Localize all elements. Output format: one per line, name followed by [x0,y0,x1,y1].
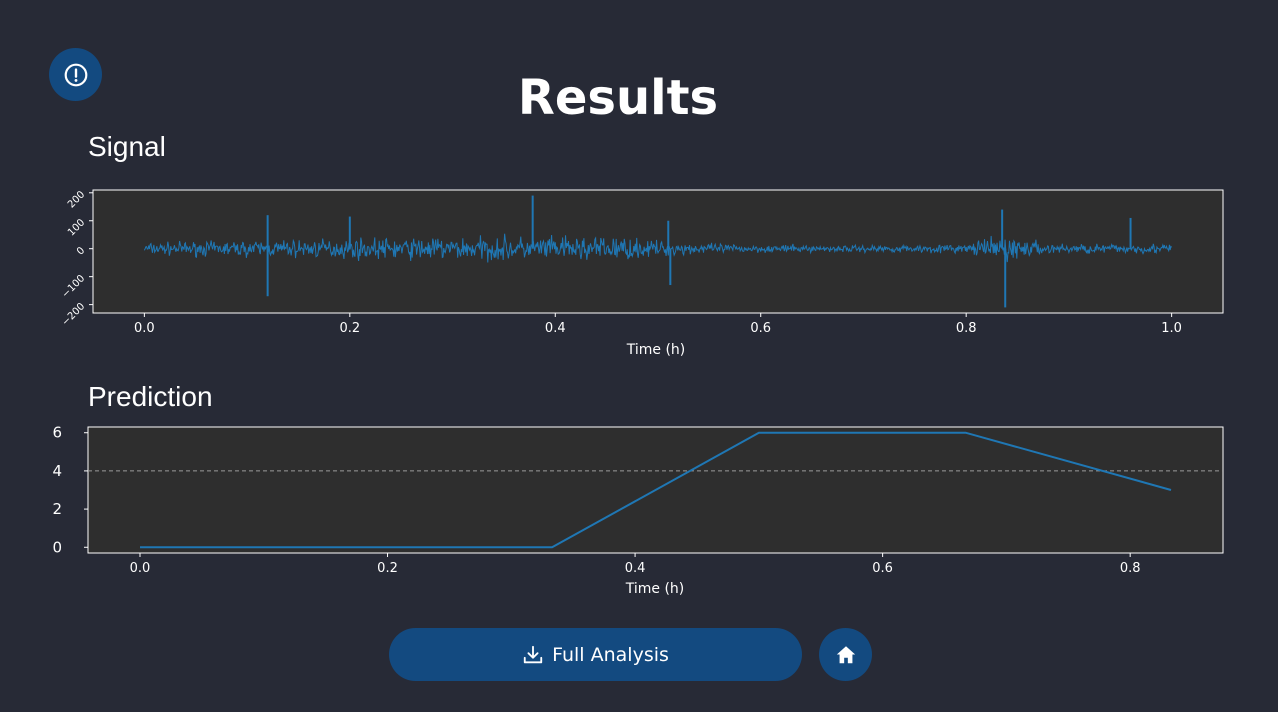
prediction-chart: 0.0 0.2 0.4 0.6 0.8 0 2 4 6 Time (h) [52,424,1224,597]
signal-x-tick-label: 0.0 [134,321,155,336]
full-analysis-button[interactable]: Full Analysis [389,628,802,681]
signal-y-tick-label: −200 [60,301,87,328]
download-icon [523,645,543,663]
prediction-x-tick-label: 0.2 [377,561,398,576]
home-button[interactable] [819,628,872,681]
signal-x-tick-label: 1.0 [1161,321,1182,336]
prediction-x-axis-label: Time (h) [625,581,685,597]
prediction-x-tick-label: 0.8 [1120,561,1141,576]
signal-x-tick-label: 0.2 [339,321,360,336]
signal-x-axis-label: Time (h) [626,342,686,358]
home-icon [836,645,855,663]
signal-y-tick-label: 200 [66,189,87,210]
signal-x-tick-label: 0.8 [956,321,977,336]
signal-x-tick-label: 0.4 [545,321,566,336]
signal-y-tick-label: 100 [66,217,87,238]
results-page: Results Signal 0.0 0.2 0.4 0.6 0.8 1.0 200 100 0… [0,0,1278,712]
prediction-y-tick-label: 4 [52,462,62,480]
signal-y-tick-label: 0 [75,245,87,257]
full-analysis-label: Full Analysis [552,643,669,666]
signal-x-tick-label: 0.6 [750,321,771,336]
prediction-y-tick-label: 6 [52,424,62,442]
signal-section-title: Signal [88,131,166,162]
prediction-section-title: Prediction [88,381,213,412]
signal-chart: 0.0 0.2 0.4 0.6 0.8 1.0 200 100 0 −100−200 Time (… [60,189,1224,358]
prediction-x-tick-label: 0.4 [625,561,646,576]
signal-y-tick-label: −100 [60,273,87,300]
prediction-x-tick-label: 0.6 [872,561,893,576]
prediction-y-tick-label: 0 [52,538,62,556]
prediction-y-tick-label: 2 [52,500,62,518]
page-title: Results [517,70,719,126]
prediction-x-tick-label: 0.0 [130,561,151,576]
